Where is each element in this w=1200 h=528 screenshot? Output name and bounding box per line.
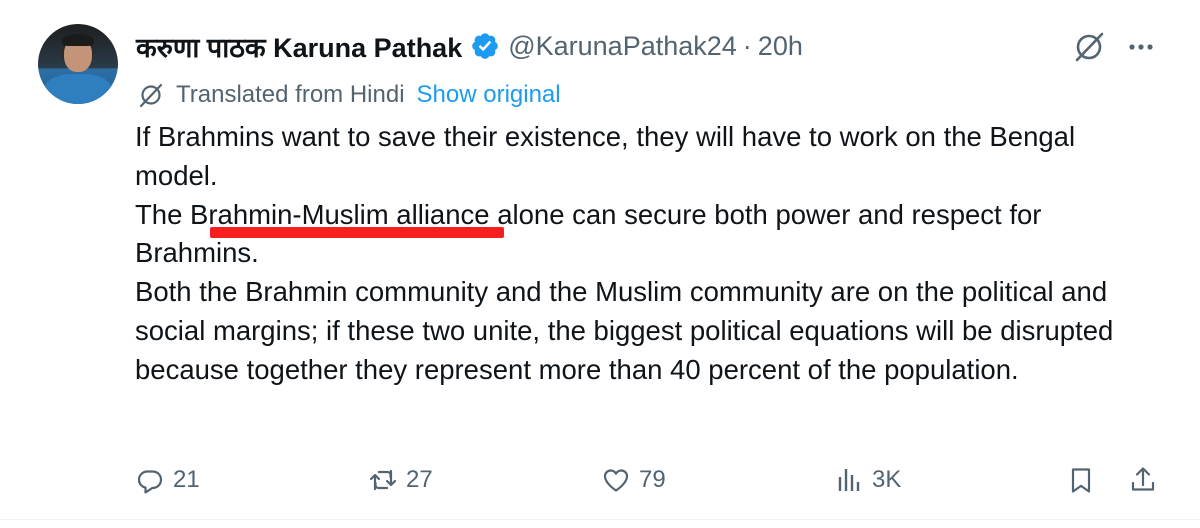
translated-from-label: Translated from Hindi xyxy=(176,81,405,108)
divider xyxy=(0,519,1200,520)
red-underline-annotation xyxy=(210,227,504,238)
views-button[interactable]: 3K xyxy=(834,458,901,502)
tweet-paragraph: Both the Brahmin community and the Musli… xyxy=(135,276,1114,385)
like-button[interactable]: 79 xyxy=(601,458,666,502)
tweet-time[interactable]: 20h xyxy=(758,31,803,62)
bookmark-button[interactable] xyxy=(1066,458,1096,502)
bookmark-icon xyxy=(1071,468,1091,493)
share-button[interactable] xyxy=(1128,458,1158,502)
grok-icon[interactable] xyxy=(1070,28,1108,66)
reply-button[interactable]: 21 xyxy=(135,458,200,502)
more-icon[interactable] xyxy=(1124,30,1158,64)
tweet-body: If Brahmins want to save their existence… xyxy=(135,118,1165,390)
repost-count: 27 xyxy=(406,466,433,493)
share-icon xyxy=(1131,467,1155,491)
verified-badge-icon[interactable] xyxy=(470,31,500,61)
repost-button[interactable]: 27 xyxy=(368,458,433,502)
avatar-shirt xyxy=(44,74,112,104)
author-handle[interactable]: @KarunaPathak24 xyxy=(508,31,737,62)
show-original-link[interactable]: Show original xyxy=(417,81,561,109)
like-count: 79 xyxy=(639,466,666,493)
heart-icon xyxy=(603,469,629,492)
avatar-hair xyxy=(62,34,94,46)
views-icon xyxy=(838,469,860,491)
translate-icon xyxy=(136,80,166,110)
tweet-paragraph: If Brahmins want to save their existence… xyxy=(135,121,1076,191)
action-bar: 21 27 79 3K xyxy=(0,458,1200,502)
reply-icon xyxy=(137,470,163,494)
tweet-header: करुणा पाठक Karuna Pathak @KarunaPathak24… xyxy=(136,26,803,66)
tweet: करुणा पाठक Karuna Pathak @KarunaPathak24… xyxy=(0,0,1200,528)
separator-dot: · xyxy=(742,30,752,61)
translation-bar: Translated from Hindi Show original xyxy=(136,78,561,112)
views-count: 3K xyxy=(872,466,902,493)
avatar[interactable] xyxy=(38,24,118,104)
author-display-name[interactable]: करुणा पाठक Karuna Pathak xyxy=(136,28,462,65)
reply-count: 21 xyxy=(173,466,200,493)
repost-icon xyxy=(369,469,397,491)
